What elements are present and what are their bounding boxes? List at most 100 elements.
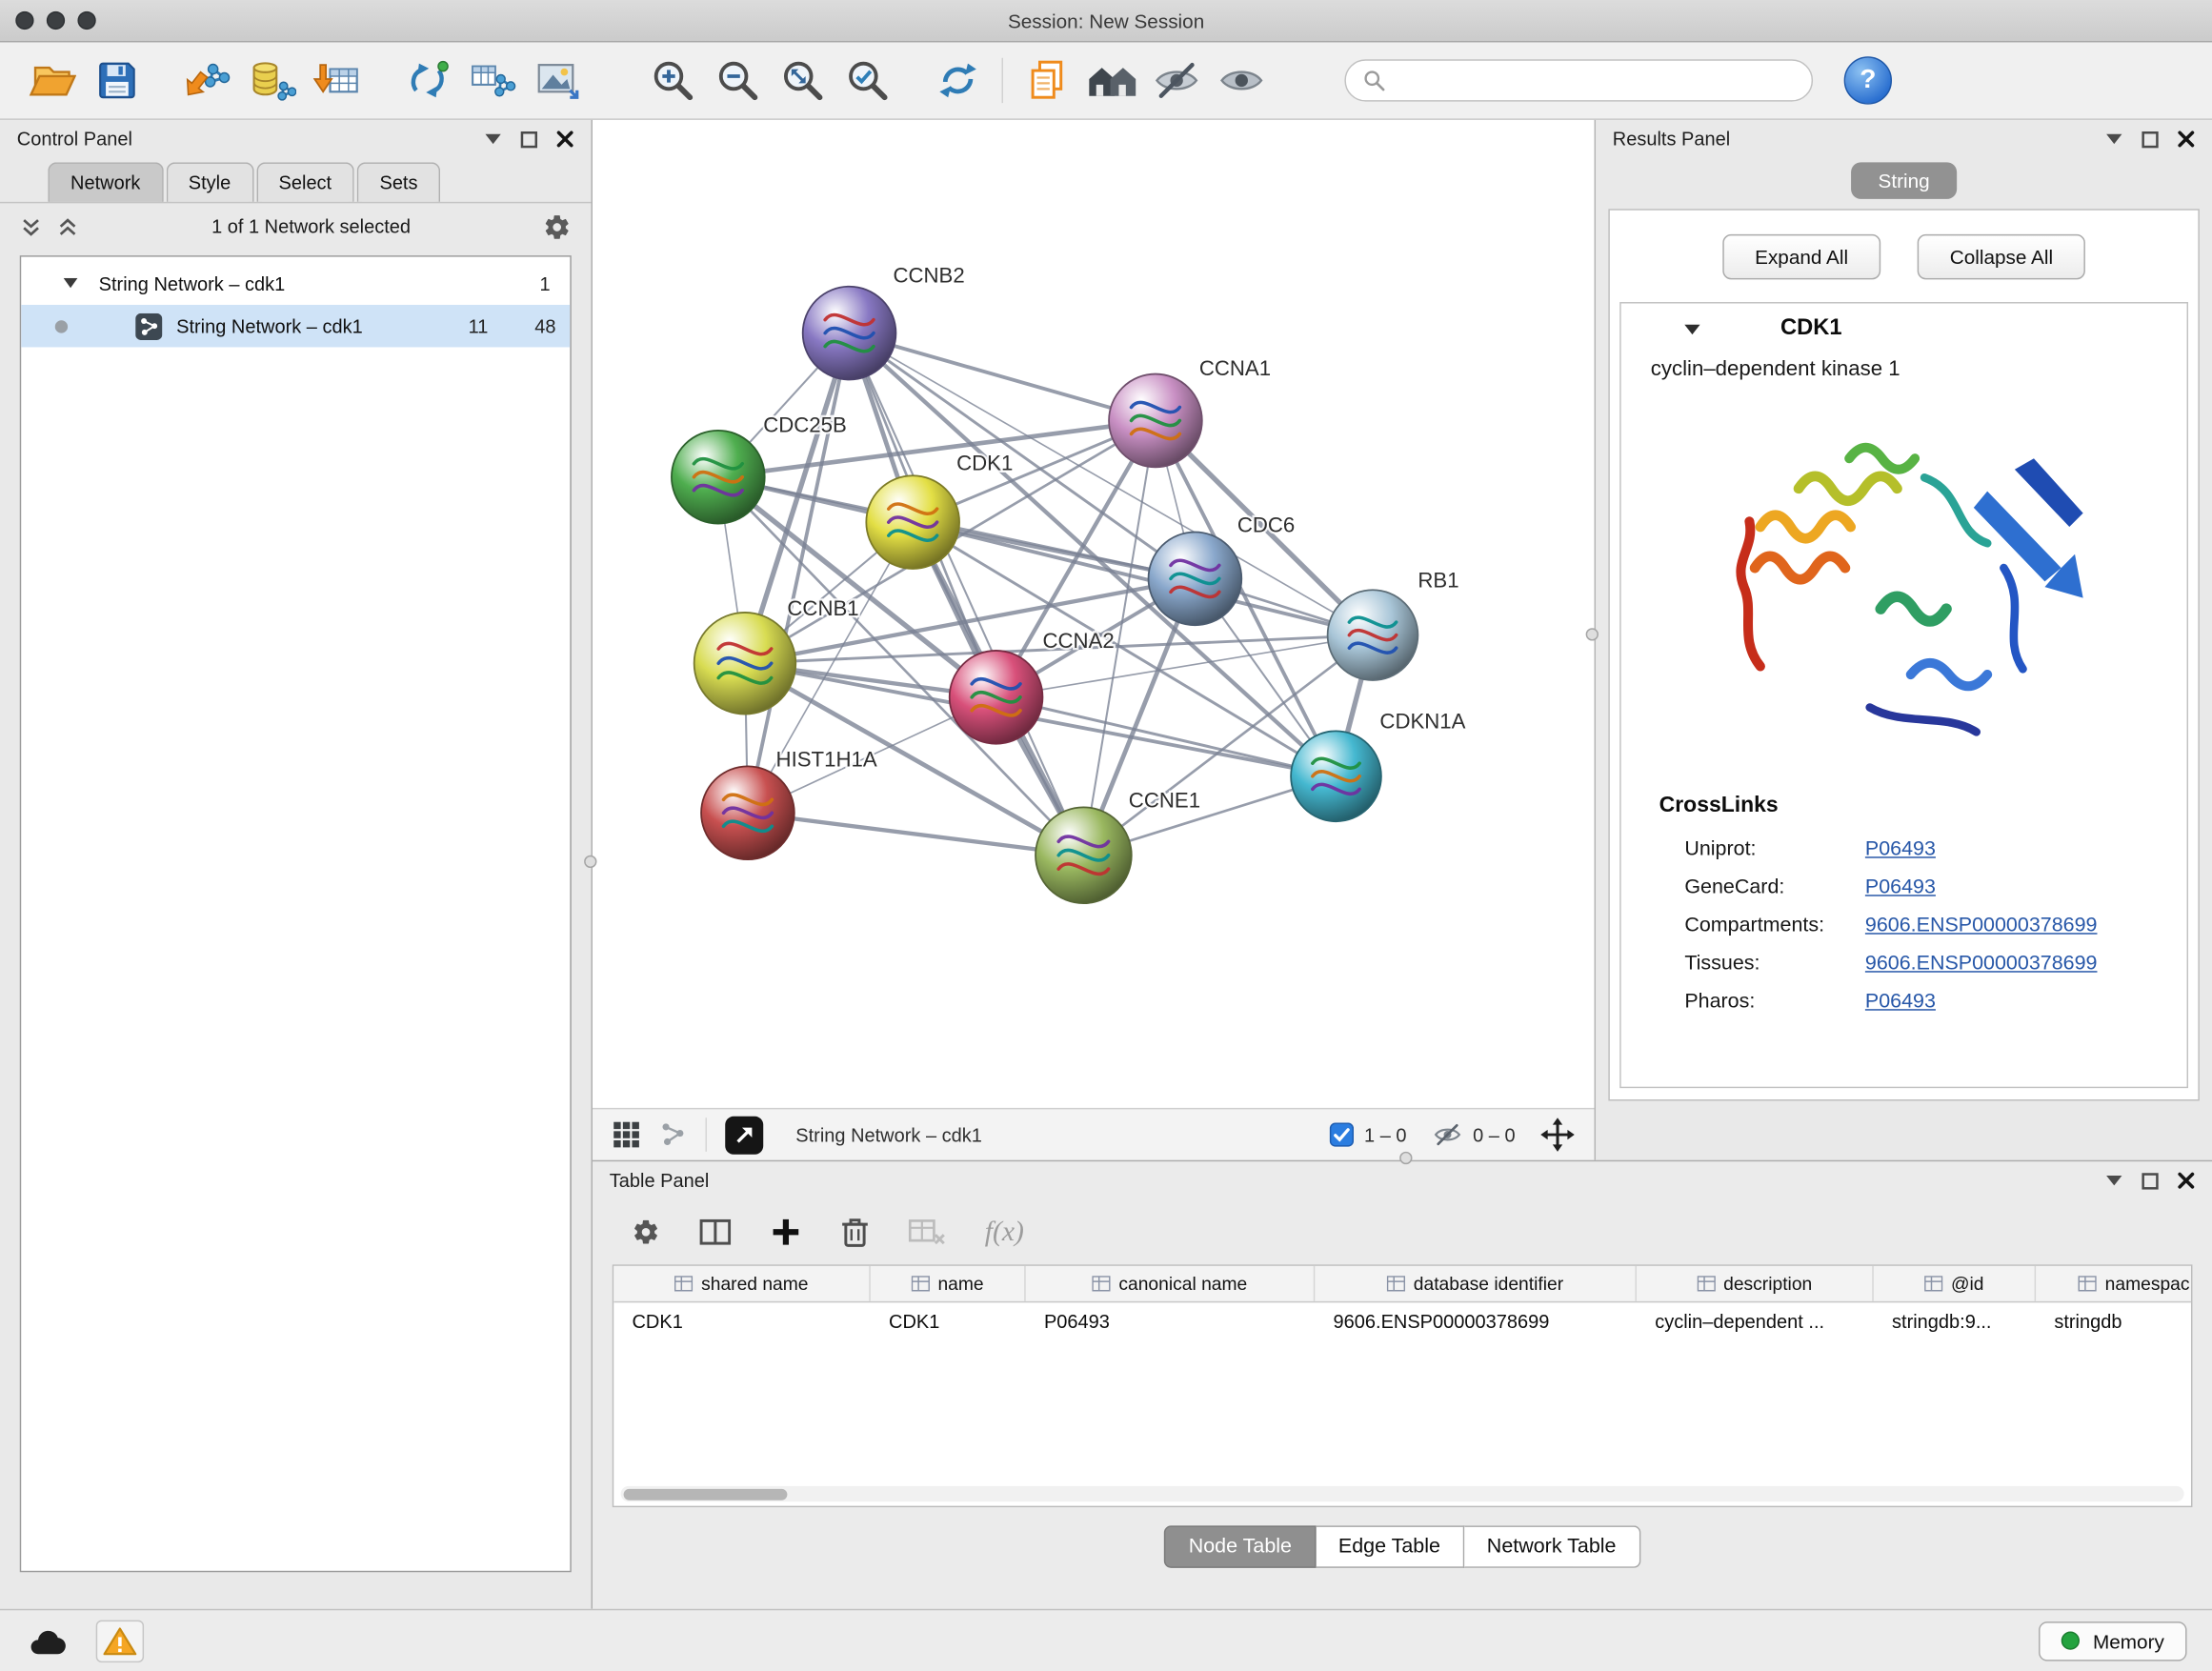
network-edge[interactable] <box>748 813 1083 855</box>
zoom-fit-button[interactable] <box>771 50 835 110</box>
column-header--id[interactable]: @id <box>1874 1266 2036 1301</box>
crosslink-link[interactable]: P06493 <box>1865 990 1936 1013</box>
network-collection-row[interactable]: String Network – cdk1 1 <box>21 263 570 305</box>
tab-string[interactable]: String <box>1851 162 1956 199</box>
import-table-button[interactable] <box>305 50 370 110</box>
new-network-button[interactable] <box>395 50 460 110</box>
tab-select[interactable]: Select <box>256 162 354 201</box>
function-builder-icon[interactable]: f(x) <box>985 1216 1024 1248</box>
search-input[interactable] <box>1397 70 1795 92</box>
network-node-cdc6[interactable] <box>1149 532 1242 625</box>
crosslink-link[interactable]: 9606.ENSP00000378699 <box>1865 952 2098 975</box>
add-column-plus-icon[interactable] <box>771 1217 802 1248</box>
float-panel-icon[interactable] <box>2142 1172 2159 1189</box>
show-columns-icon[interactable] <box>700 1218 732 1246</box>
network-node-cdc25b[interactable] <box>672 431 765 524</box>
tab-network[interactable]: Network <box>48 162 163 201</box>
show-all-button[interactable] <box>1209 50 1274 110</box>
collapse-all-icon[interactable] <box>20 215 43 238</box>
table-row[interactable]: CDK1CDK1P064939606.ENSP00000378699cyclin… <box>613 1302 2191 1340</box>
refresh-button[interactable] <box>926 50 991 110</box>
column-header-canonical-name[interactable]: canonical name <box>1026 1266 1316 1301</box>
tab-style[interactable]: Style <box>166 162 253 201</box>
float-panel-icon[interactable] <box>520 131 537 148</box>
pan-move-icon[interactable] <box>1540 1117 1575 1152</box>
expand-all-button[interactable]: Expand All <box>1722 234 1880 279</box>
birdseye-grid-icon[interactable] <box>613 1120 641 1149</box>
horizontal-scrollbar[interactable] <box>621 1486 2184 1501</box>
tab-edge-table[interactable]: Edge Table <box>1316 1525 1464 1567</box>
import-network-database-button[interactable] <box>240 50 305 110</box>
zoom-selected-button[interactable] <box>835 50 900 110</box>
share-network-icon[interactable] <box>659 1120 688 1149</box>
network-view[interactable]: CCNB2CCNA1CDC25BCDK1CDC6RB1CCNB1CCNA2CDK… <box>593 120 1595 1160</box>
close-panel-icon[interactable] <box>2177 1172 2195 1190</box>
column-header-namespac[interactable]: namespac <box>2036 1266 2192 1301</box>
tree-expander-icon[interactable] <box>64 278 79 290</box>
tab-node-table[interactable]: Node Table <box>1165 1525 1317 1567</box>
import-network-file-button[interactable] <box>175 50 240 110</box>
network-options-gear-icon[interactable] <box>543 212 572 241</box>
column-header-shared-name[interactable]: shared name <box>613 1266 871 1301</box>
minimize-window-button[interactable] <box>47 11 65 30</box>
scrollbar-thumb[interactable] <box>624 1488 788 1500</box>
network-node-ccna2[interactable] <box>950 651 1043 744</box>
zoom-out-button[interactable] <box>706 50 771 110</box>
column-header-name[interactable]: name <box>871 1266 1026 1301</box>
close-panel-icon[interactable] <box>556 130 574 148</box>
collapse-panel-icon[interactable] <box>484 132 502 145</box>
hidden-eye-slash-icon[interactable] <box>1432 1122 1463 1148</box>
float-panel-icon[interactable] <box>2142 131 2159 148</box>
network-node-ccna1[interactable] <box>1109 374 1202 468</box>
zoom-window-button[interactable] <box>77 11 95 30</box>
help-button[interactable]: ? <box>1844 56 1892 104</box>
network-edge[interactable] <box>850 333 1084 856</box>
selected-checkbox-icon[interactable] <box>1329 1122 1355 1148</box>
network-node-hist1h1a[interactable] <box>701 766 794 859</box>
network-edge[interactable] <box>748 333 850 814</box>
column-header-database-identifier[interactable]: database identifier <box>1315 1266 1637 1301</box>
close-window-button[interactable] <box>15 11 33 30</box>
crosslink-link[interactable]: P06493 <box>1865 876 1936 898</box>
section-expander-icon[interactable] <box>1683 322 1701 334</box>
splitter-handle[interactable] <box>1586 628 1599 640</box>
open-session-button[interactable] <box>20 50 85 110</box>
expand-all-icon[interactable] <box>56 215 79 238</box>
delete-table-icon[interactable] <box>909 1218 946 1246</box>
export-image-button[interactable] <box>525 50 590 110</box>
home-layout-button[interactable] <box>1079 50 1144 110</box>
network-node-ccnb2[interactable] <box>803 287 896 380</box>
cloud-sync-button[interactable] <box>26 1625 68 1657</box>
crosslink-link[interactable]: P06493 <box>1865 837 1936 860</box>
network-node-ccnb1[interactable] <box>694 613 796 715</box>
warnings-button[interactable] <box>96 1620 144 1661</box>
save-session-button[interactable] <box>85 50 150 110</box>
collapse-all-button[interactable]: Collapse All <box>1918 234 2085 279</box>
network-node-cdk1[interactable] <box>866 475 959 569</box>
tab-network-table[interactable]: Network Table <box>1464 1525 1640 1567</box>
collapse-panel-icon[interactable] <box>2105 1175 2123 1187</box>
table-settings-gear-icon[interactable] <box>632 1218 660 1246</box>
network-edge[interactable] <box>996 697 1337 776</box>
tab-sets[interactable]: Sets <box>357 162 440 201</box>
network-edge[interactable] <box>996 420 1156 696</box>
network-canvas[interactable]: CCNB2CCNA1CDC25BCDK1CDC6RB1CCNB1CCNA2CDK… <box>593 120 1595 1108</box>
splitter-handle[interactable] <box>584 856 596 868</box>
network-node-rb1[interactable] <box>1328 590 1418 680</box>
node-label: CCNB1 <box>787 596 858 620</box>
column-header-description[interactable]: description <box>1637 1266 1874 1301</box>
close-panel-icon[interactable] <box>2177 130 2195 148</box>
crosslink-link[interactable]: 9606.ENSP00000378699 <box>1865 914 2098 936</box>
delete-trash-icon[interactable] <box>841 1215 870 1249</box>
hide-selected-button[interactable] <box>1144 50 1209 110</box>
network-node-ccne1[interactable] <box>1036 807 1132 903</box>
network-from-table-button[interactable] <box>460 50 525 110</box>
zoom-in-button[interactable] <box>640 50 705 110</box>
copy-button[interactable] <box>1015 50 1079 110</box>
splitter-handle[interactable] <box>1399 1152 1412 1164</box>
collapse-panel-icon[interactable] <box>2105 132 2123 145</box>
open-in-window-button[interactable] <box>725 1116 763 1154</box>
memory-button[interactable]: Memory <box>2040 1621 2187 1660</box>
network-row[interactable]: String Network – cdk1 11 48 <box>21 305 570 347</box>
network-node-cdkn1a[interactable] <box>1291 731 1381 821</box>
